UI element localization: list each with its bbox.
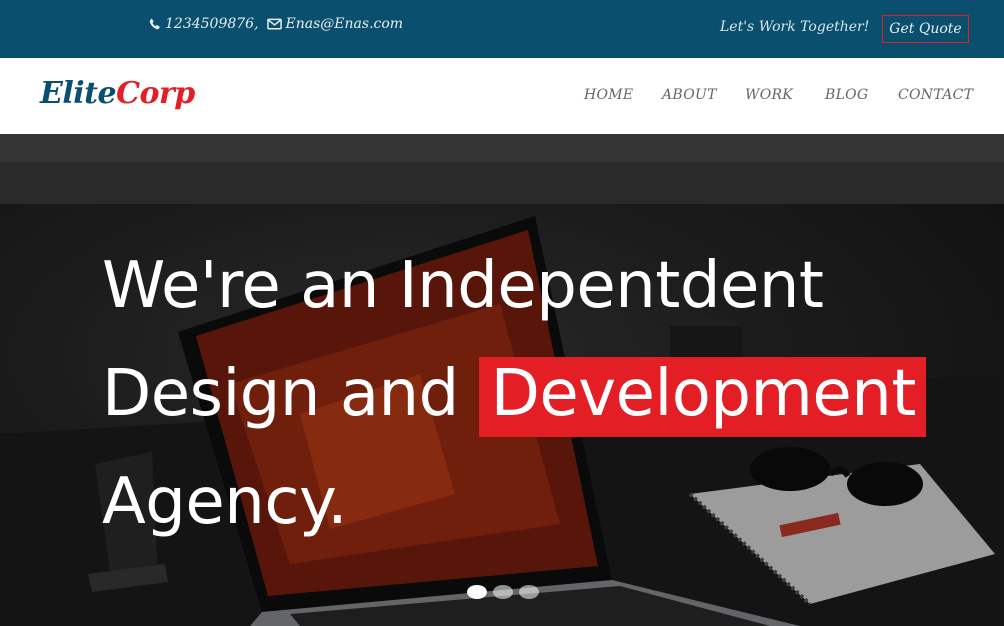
top-bar: 1234509876, Enas@Enas.com Let's Work Tog… — [0, 0, 1004, 58]
primary-nav: HOME ABOUT WORK BLOG CONTACT — [0, 87, 1004, 107]
phone-number[interactable]: 1234509876, — [165, 16, 259, 32]
hero-headline-line1: We're an Indepentdent — [102, 249, 824, 323]
phone-icon — [148, 18, 161, 31]
slider-dot-2[interactable] — [493, 585, 513, 599]
nav-contact[interactable]: CONTACT — [898, 87, 973, 103]
contact-info: 1234509876, Enas@Enas.com — [148, 16, 403, 32]
get-quote-button[interactable]: Get Quote — [882, 15, 969, 43]
nav-home[interactable]: HOME — [584, 87, 633, 103]
slider-pagination — [467, 585, 539, 599]
nav-about[interactable]: ABOUT — [662, 87, 717, 103]
main-navbar: EliteCorp HOME ABOUT WORK BLOG CONTACT — [0, 58, 1004, 134]
nav-work[interactable]: WORK — [745, 87, 793, 103]
envelope-icon — [266, 18, 282, 30]
slider-dot-3[interactable] — [519, 585, 539, 599]
hero-headline-highlight: Development — [478, 357, 926, 437]
slider-dot-1[interactable] — [467, 585, 487, 599]
email-address[interactable]: Enas@Enas.com — [286, 16, 404, 32]
tagline: Let's Work Together! — [720, 19, 870, 35]
hero-slider: We're an Indepentdent Design and Develop… — [0, 134, 1004, 626]
hero-headline-line3: Agency. — [102, 465, 348, 539]
hero-headline-line2: Design and Development — [102, 340, 926, 448]
nav-blog[interactable]: BLOG — [825, 87, 868, 103]
hero-headline-text: Design and — [102, 357, 479, 431]
